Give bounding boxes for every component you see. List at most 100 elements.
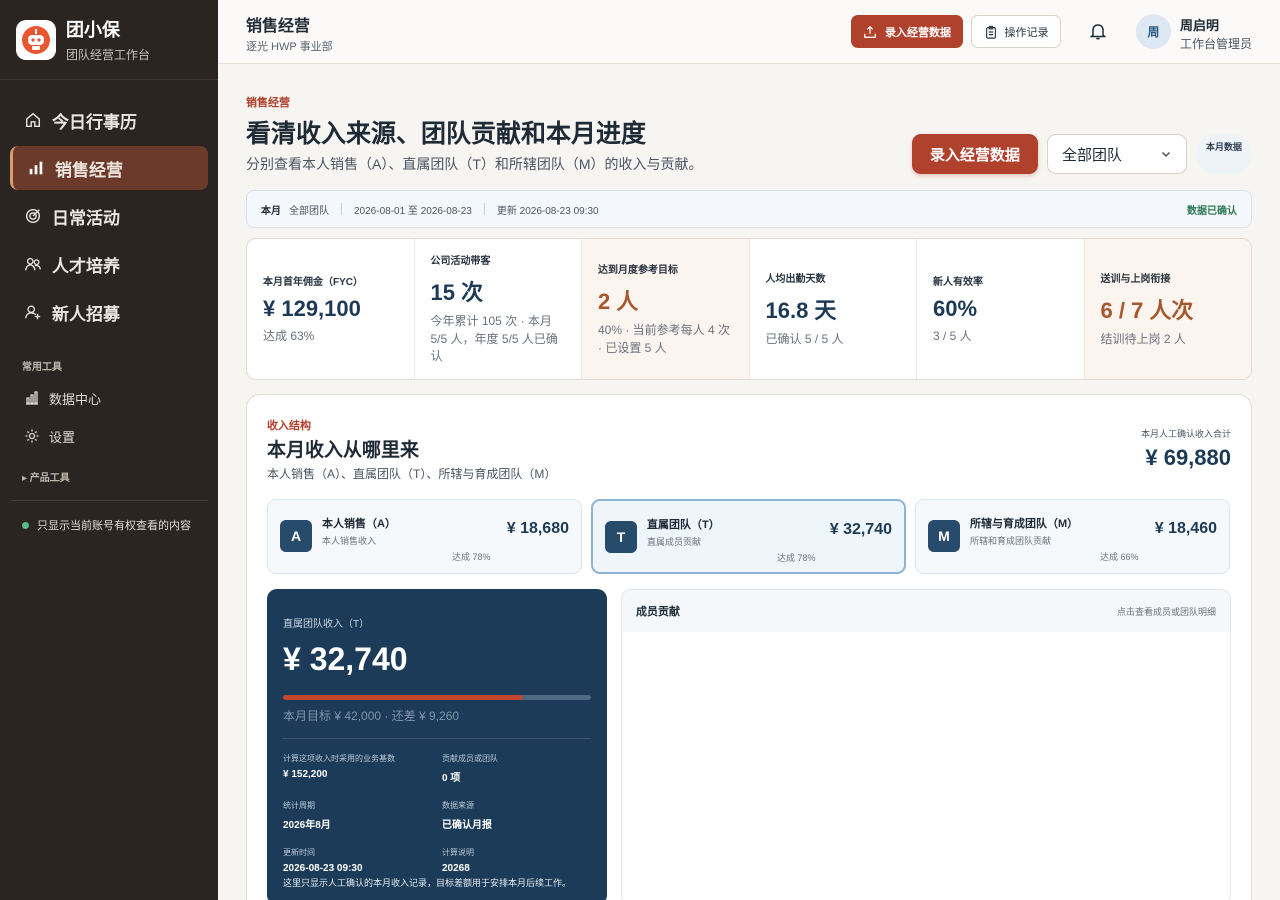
team-income-panel: 直属团队收入（T） ¥ 32,740 本月目标 ¥ 42,000 · 还差 ¥ …	[267, 589, 607, 900]
team-select-value: 全部团队	[1062, 146, 1123, 164]
detail-field: 数据来源 已确认月报	[442, 800, 591, 831]
main-content: 销售经营 看清收入来源、团队贡献和本月进度 分别查看本人销售（A）、直属团队（T…	[218, 64, 1280, 900]
people-icon	[25, 257, 41, 271]
member-contribution-panel: 成员贡献 点击查看成员或团队明细	[621, 589, 1231, 900]
source-rate: 达成 66%	[1100, 552, 1139, 562]
source-amount: ¥ 32,740	[829, 521, 892, 538]
nav-item-sales[interactable]: 销售经营	[10, 146, 208, 190]
kpi-value: 15 次	[430, 280, 484, 306]
permission-note: 只显示当前账号有权查看的内容	[0, 511, 218, 539]
kpi-label: 送训与上岗衔接	[1100, 273, 1171, 285]
detail-grid: 计算这项收入时采用的业务基数 ¥ 152,200 贡献成员或团队 0 项 统计周期 2…	[283, 753, 591, 874]
member-panel-title: 成员贡献	[636, 606, 680, 618]
source-name: 所辖与育成团队（M）	[970, 518, 1079, 530]
detail-field: 更新时间 2026-08-23 09:30	[283, 847, 442, 874]
income-description: 本人销售（A）、直属团队（T）、所辖与育成团队（M）	[267, 467, 557, 481]
panel-divider	[283, 738, 591, 739]
kpi-sub: 已确认 5 / 5 人	[765, 331, 844, 346]
panel-note: 这里只显示人工确认的本月收入记录，目标差额用于安排本月后续工作。	[283, 878, 572, 888]
kpi-sub: 今年累计 105 次 · 本月 5/5 人，年度 5/5 人已确认	[430, 314, 558, 364]
detail-value: 20268	[442, 863, 470, 874]
source-rate: 达成 78%	[452, 552, 491, 562]
nav-item-activities[interactable]: 日常活动	[10, 194, 208, 238]
robot-logo-icon	[16, 19, 56, 60]
bar-chart-icon	[29, 161, 43, 175]
topbar-subtitle: 逐光 HWP 事业部	[246, 41, 333, 53]
team-income-label: 直属团队收入（T）	[283, 619, 370, 630]
source-card-t[interactable]: T 直属团队（T） 直属成员贡献 ¥ 32,740 达成 78%	[591, 499, 906, 574]
kpi-card-fyc[interactable]: 本月首年佣金（FYC） ¥ 129,100 达成 63%	[247, 239, 415, 379]
detail-key: 贡献成员或团队	[442, 754, 498, 763]
detail-value: 2026年8月	[283, 820, 331, 831]
source-badge: A	[280, 520, 312, 552]
kpi-row: 本月首年佣金（FYC） ¥ 129,100 达成 63% 公司活动带客 15 次…	[246, 238, 1252, 380]
kpi-card-activity[interactable]: 公司活动带客 15 次 今年累计 105 次 · 本月 5/5 人，年度 5/5…	[415, 239, 582, 379]
topbar-title: 销售经营	[246, 18, 311, 35]
kpi-value: 2 人	[598, 289, 639, 315]
source-name: 本人销售（A）	[322, 518, 396, 530]
product-tools-toggle[interactable]: ▸ 产品工具	[0, 455, 218, 490]
income-title: 本月收入从哪里来	[267, 439, 420, 461]
enter-data-button-large[interactable]: 录入经营数据	[912, 134, 1038, 174]
kpi-sub: 3 / 5 人	[933, 328, 972, 343]
kpi-card-target[interactable]: 达到月度参考目标 2 人 40% · 当前参考每人 4 次 · 已设置 5 人	[582, 239, 750, 379]
page-title: 看清收入来源、团队贡献和本月进度	[246, 119, 647, 148]
detail-value: 0 项	[442, 773, 461, 784]
kpi-label: 公司活动带客	[430, 256, 491, 268]
kpi-sub: 结训待上岗 2 人	[1100, 331, 1186, 346]
page-eyebrow: 销售经营	[246, 97, 290, 109]
operation-log-button[interactable]: 操作记录	[971, 15, 1061, 48]
kpi-sub: 40% · 当前参考每人 4 次 · 已设置 5 人	[598, 323, 731, 355]
nav-item-recruit[interactable]: 新人招募	[10, 290, 208, 334]
nav-label: 销售经营	[55, 160, 123, 180]
kpi-label: 达到月度参考目标	[598, 265, 678, 277]
source-desc: 所辖和育成团队贡献	[970, 536, 1052, 546]
kpi-value: ¥ 129,100	[263, 295, 361, 321]
source-card-m[interactable]: M 所辖与育成团队（M） 所辖和育成团队贡献 ¥ 18,460 达成 66%	[915, 499, 1230, 574]
progress-track	[283, 695, 591, 700]
chart-icon	[26, 391, 38, 405]
tool-item-settings[interactable]: 设置	[0, 417, 218, 455]
income-total-label: 本月人工确认收入合计	[1140, 429, 1231, 439]
info-bar: 本月 全部团队 2026-08-01 至 2026-08-23 更新 2026-…	[246, 190, 1252, 228]
info-scope: 全部团队	[289, 205, 329, 217]
nav-label: 日常活动	[52, 208, 120, 228]
topbar: 销售经营 逐光 HWP 事业部 录入经营数据 操作记录 周 周启明 工作台管理员	[218, 0, 1280, 64]
progress-fill	[283, 695, 524, 700]
info-separator	[483, 203, 485, 215]
nav-label: 新人招募	[52, 304, 120, 324]
kpi-card-training[interactable]: 送训与上岗衔接 6 / 7 人次 结训待上岗 2 人	[1084, 239, 1251, 379]
nav-label: 人才培养	[52, 256, 120, 276]
source-card-a[interactable]: A 本人销售（A） 本人销售收入 ¥ 18,680 达成 78%	[267, 499, 582, 574]
enter-data-button[interactable]: 录入经营数据	[851, 15, 963, 48]
period-chip[interactable]: 本月数据	[1196, 134, 1252, 174]
kpi-value: 16.8 天	[765, 297, 837, 323]
permission-text: 只显示当前账号有权查看的内容	[37, 520, 191, 532]
info-updated: 更新 2026-08-23 09:30	[496, 205, 599, 217]
tool-item-data-center[interactable]: 数据中心	[0, 379, 218, 417]
brand-name: 团小保	[66, 20, 120, 40]
upload-icon	[864, 25, 876, 38]
nav-item-today[interactable]: 今日行事历	[10, 98, 208, 142]
brand-subtitle: 团队经营工作台	[66, 48, 151, 62]
detail-key: 数据来源	[442, 801, 474, 810]
home-icon	[25, 112, 41, 128]
detail-field: 计算说明 20268	[442, 847, 591, 874]
nav-item-talent[interactable]: 人才培养	[10, 242, 208, 286]
avatar[interactable]: 周	[1136, 14, 1171, 49]
kpi-card-newcomer[interactable]: 新人有效率 60% 3 / 5 人	[917, 239, 1085, 379]
source-amount: ¥ 18,460	[1154, 520, 1217, 537]
kpi-card-attendance[interactable]: 人均出勤天数 16.8 天 已确认 5 / 5 人	[750, 239, 917, 379]
info-separator	[341, 203, 342, 215]
bell-icon[interactable]	[1088, 21, 1108, 41]
detail-key: 更新时间	[283, 848, 315, 857]
detail-key: 计算这项收入时采用的业务基数	[283, 754, 395, 763]
team-select[interactable]: 全部团队	[1047, 134, 1187, 174]
source-desc: 直属成员贡献	[647, 537, 702, 547]
chevron-down-icon	[1161, 151, 1171, 158]
user-plus-icon	[25, 305, 41, 320]
member-panel-header: 成员贡献 点击查看成员或团队明细	[622, 590, 1230, 632]
detail-field: 贡献成员或团队 0 项	[442, 753, 591, 784]
detail-field: 统计周期 2026年8月	[283, 800, 442, 831]
tool-label: 设置	[49, 429, 76, 445]
